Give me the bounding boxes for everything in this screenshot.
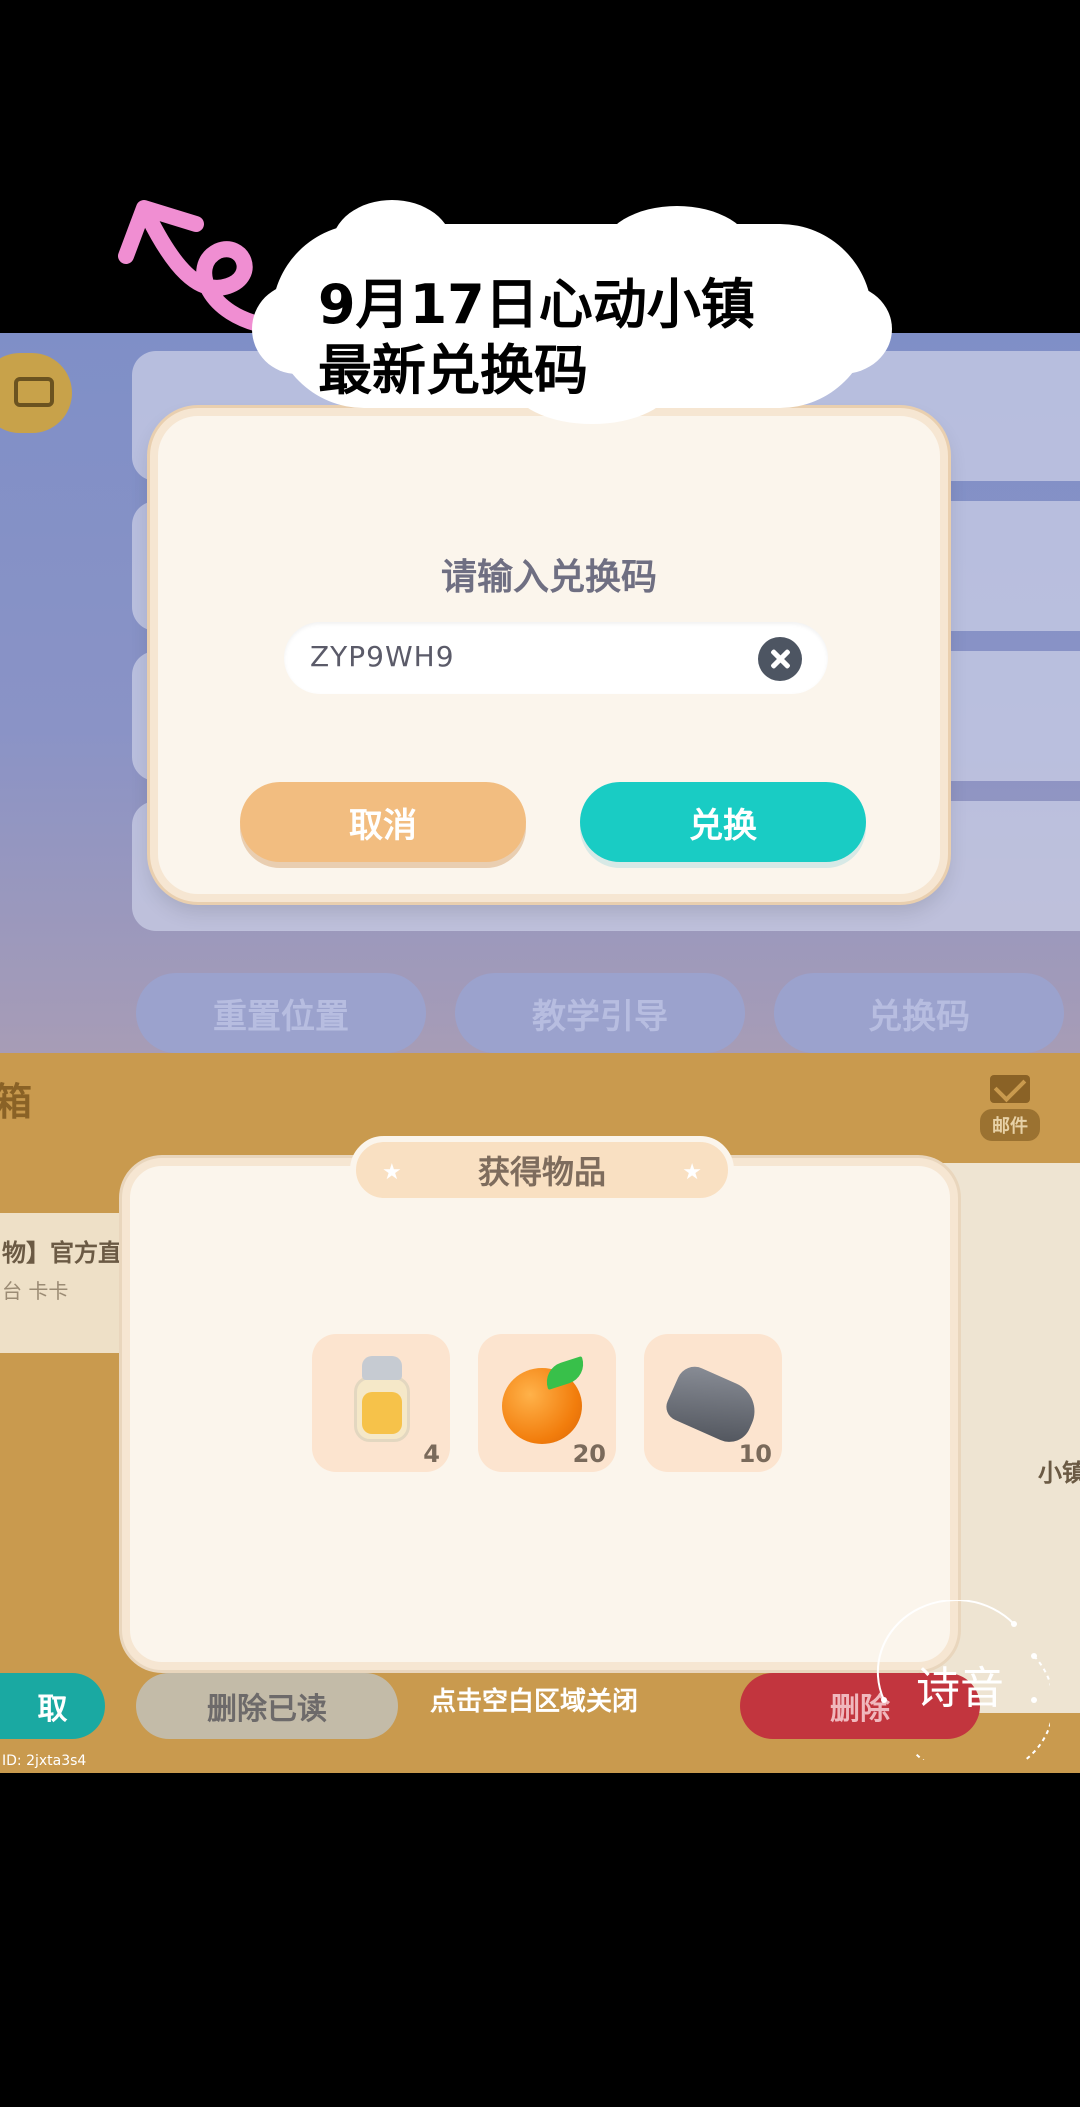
id-card-icon [14,377,54,407]
reward-slot[interactable]: 4 [312,1334,450,1472]
redeem-code-value: ZYP9WH9 [310,640,455,673]
cancel-button[interactable]: 取消 [240,782,526,862]
overlay-title-line-2: 最新兑换码 [318,339,588,402]
mail-tab[interactable]: 邮件 [960,1075,1060,1141]
tutorial-button[interactable]: 教学引导 [455,973,745,1053]
title-bubble: 9月17日心动小镇 最新兑换码 [252,200,892,424]
stone-icon [661,1361,765,1449]
mail-tab-label: 邮件 [980,1109,1040,1141]
clear-icon[interactable] [758,637,802,681]
mail-item-sender: 台 卡卡 [2,1279,69,1303]
reward-slot[interactable]: 10 [644,1334,782,1472]
reward-count: 20 [572,1440,606,1468]
redeem-code-button[interactable]: 兑换码 [774,973,1064,1053]
redeem-dialog: 请输入兑换码 ZYP9WH9 取消 兑换 [150,408,948,902]
items-dialog-header: ★ 获得物品 ★ [350,1136,734,1204]
mail-item-title: 物】官方直 [2,1239,122,1267]
claim-label: 取 [37,1692,68,1727]
honey-jar-icon [354,1356,410,1444]
star-icon: ★ [682,1160,702,1185]
music-badge: 诗音 [864,1598,1055,1779]
delete-read-button[interactable]: 删除已读 [136,1673,398,1739]
exchange-button[interactable]: 兑换 [580,782,866,862]
envelope-icon [990,1075,1030,1103]
redeem-code-input[interactable]: ZYP9WH9 [284,622,828,694]
mail-detail-text: 小镇 [1038,1459,1080,1487]
reset-position-button[interactable]: 重置位置 [136,973,426,1053]
star-icon: ★ [382,1160,402,1185]
obtained-items-dialog: ★ 获得物品 ★ 4 20 10 [122,1136,958,1670]
mail-list-item[interactable]: 物】官方直 台 卡卡 [0,1213,130,1353]
reward-count: 4 [423,1440,440,1468]
user-id: ID: 2jxta3s4 [2,1753,87,1769]
items-dialog-title: 获得物品 [477,1153,606,1191]
profile-card-button[interactable] [0,353,72,433]
claim-button[interactable]: 取 [0,1673,105,1739]
reward-slot[interactable]: 20 [478,1334,616,1472]
close-hint: 点击空白区域关闭 [430,1687,639,1717]
redeem-title: 请输入兑换码 [440,557,657,598]
mailbox-title: 箱 [0,1080,33,1124]
reward-count: 10 [738,1440,772,1468]
watermark-text: 诗音 [916,1663,1004,1714]
